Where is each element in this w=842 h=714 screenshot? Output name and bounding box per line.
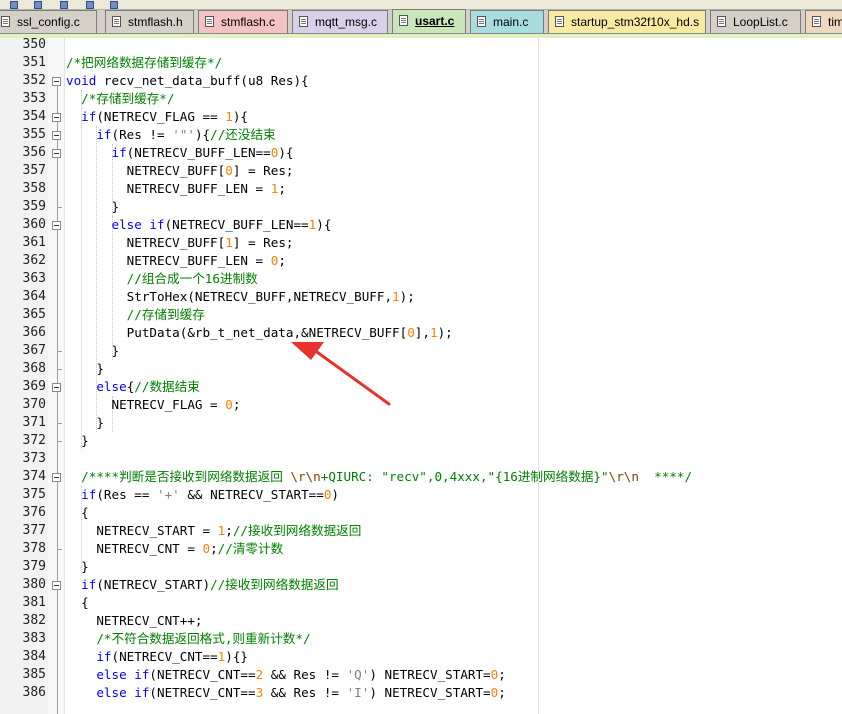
file-icon bbox=[812, 16, 821, 27]
tab-label: ssl_config.c bbox=[17, 15, 80, 29]
tab-tim[interactable]: tim bbox=[805, 10, 842, 34]
toolbar-icon[interactable] bbox=[110, 1, 118, 9]
tab-label: LoopList.c bbox=[733, 15, 788, 29]
red-arrow-annotation bbox=[291, 342, 391, 406]
tab-label: startup_stm32f10x_hd.s bbox=[571, 15, 700, 29]
tab-label: main.c bbox=[493, 15, 529, 29]
toolbar-icon[interactable] bbox=[34, 1, 42, 9]
toolbar-icon[interactable] bbox=[10, 1, 18, 9]
toolbar-icon[interactable] bbox=[60, 1, 68, 9]
tab-label: mqtt_msg.c bbox=[315, 15, 378, 29]
tab-usart-c[interactable]: usart.c bbox=[392, 9, 466, 35]
tab-main-c[interactable]: main.c bbox=[470, 10, 544, 34]
file-icon bbox=[555, 16, 564, 27]
file-icon bbox=[112, 16, 121, 27]
code-editor[interactable]: 350 351/*把网络数据存储到缓存*/352 void recv_net_dat… bbox=[0, 37, 842, 714]
tab-startup-stm32f10x-hd-s[interactable]: startup_stm32f10x_hd.s bbox=[548, 10, 706, 34]
tab-looplist-c[interactable]: LoopList.c bbox=[710, 10, 801, 34]
tab-label: tim bbox=[828, 15, 842, 29]
tab-ssl-config-c[interactable]: ssl_config.c bbox=[0, 10, 97, 34]
tab-bar: ssl_config.c stmflash.h stmflash.c mqtt_msg… bbox=[0, 0, 842, 38]
tab-stmflash-h[interactable]: stmflash.h bbox=[105, 10, 194, 34]
tab-mqtt-msg-c[interactable]: mqtt_msg.c bbox=[292, 10, 388, 34]
toolbar-icon[interactable] bbox=[86, 1, 94, 9]
tab-label: usart.c bbox=[415, 14, 455, 28]
file-icon bbox=[399, 15, 408, 26]
file-icon bbox=[299, 16, 308, 27]
tab-label: stmflash.c bbox=[221, 15, 276, 29]
file-icon bbox=[205, 16, 214, 27]
tab-stmflash-c[interactable]: stmflash.c bbox=[198, 10, 288, 34]
file-icon bbox=[477, 16, 486, 27]
file-icon bbox=[717, 16, 726, 27]
file-icon bbox=[1, 16, 10, 27]
tab-label: stmflash.h bbox=[128, 15, 183, 29]
